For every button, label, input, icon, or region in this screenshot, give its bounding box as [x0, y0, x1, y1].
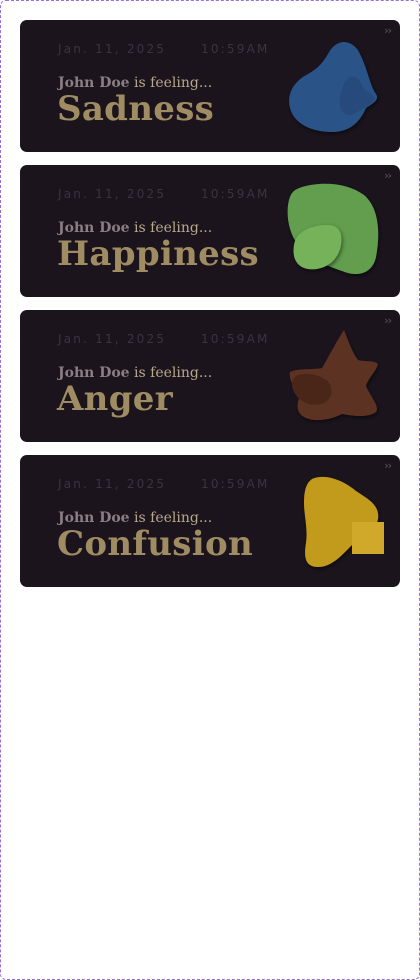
card-date: Jan. 11, 2025: [58, 187, 167, 201]
confusion-blob-icon: [304, 476, 384, 567]
emotion-label: Sadness: [57, 89, 215, 129]
card-time: 10:59AM: [201, 332, 270, 346]
card-time: 10:59AM: [201, 42, 270, 56]
card-date: Jan. 11, 2025: [58, 332, 167, 346]
mood-card-happiness[interactable]: Jan. 11, 2025 10:59AM John Doe is feelin…: [20, 165, 400, 297]
mood-card-anger[interactable]: Jan. 11, 2025 10:59AM John Doe is feelin…: [20, 310, 400, 442]
mood-card-sadness[interactable]: Jan. 11, 2025 10:59AM John Doe is feelin…: [20, 20, 400, 152]
mood-card-confusion[interactable]: Jan. 11, 2025 10:59AM John Doe is feelin…: [20, 455, 400, 587]
emotion-label: Happiness: [57, 234, 259, 274]
happiness-blob-icon: [287, 183, 379, 275]
card-date: Jan. 11, 2025: [58, 477, 167, 491]
timestamp: Jan. 11, 2025 10:59AM: [58, 42, 267, 56]
emotion-label: Anger: [57, 379, 173, 419]
timestamp: Jan. 11, 2025 10:59AM: [58, 187, 267, 201]
timestamp: Jan. 11, 2025 10:59AM: [58, 477, 267, 491]
card-date: Jan. 11, 2025: [58, 42, 167, 56]
timestamp: Jan. 11, 2025 10:59AM: [58, 332, 267, 346]
card-time: 10:59AM: [201, 187, 270, 201]
sadness-blob-icon: [289, 41, 378, 132]
anger-blob-icon: [289, 330, 378, 421]
card-time: 10:59AM: [201, 477, 270, 491]
emotion-label: Confusion: [57, 524, 253, 564]
